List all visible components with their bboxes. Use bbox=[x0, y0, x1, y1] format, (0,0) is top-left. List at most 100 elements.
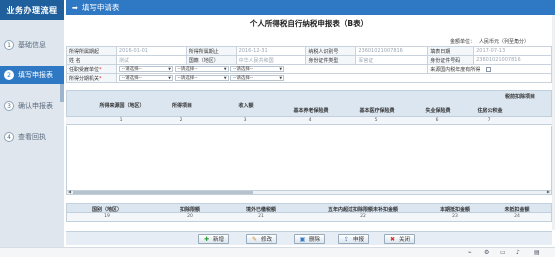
employer-select-3[interactable]: --请选择-- bbox=[230, 66, 285, 72]
nationality-label: 国籍（地区） bbox=[185, 55, 237, 65]
page-header: ➡ 填写申请表 bbox=[66, 0, 555, 15]
domestic-income-label: 来源国内税年度有所得 bbox=[430, 66, 481, 73]
scroll-right-icon[interactable]: ▶ bbox=[547, 189, 550, 194]
arrow-right-icon: ➡ bbox=[72, 3, 78, 12]
col-number: 3 bbox=[243, 118, 247, 123]
required-mark: * bbox=[99, 75, 102, 82]
edit-button[interactable]: ✎ 修改 bbox=[246, 234, 278, 244]
system-taskbar: ⌁ ⚙ ▭ ♪ ▤ bbox=[0, 247, 555, 257]
network-icon[interactable]: ⌁ bbox=[468, 249, 472, 256]
step-number-icon: 1 bbox=[4, 40, 14, 50]
tax-office-label-text: 所得分期机关 bbox=[69, 75, 100, 82]
col-number: 21 bbox=[258, 214, 264, 219]
name-field[interactable]: 测试 bbox=[115, 55, 187, 65]
tax-office-select-2[interactable]: --请选择-- bbox=[174, 75, 229, 81]
info-row: 所得分期机关* --请选择-- --请选择-- --请选择-- bbox=[66, 73, 553, 83]
col-number: 6 bbox=[435, 118, 439, 123]
period-start-field[interactable]: 2016-01-01 bbox=[115, 46, 187, 56]
sidebar-item-view-receipt[interactable]: 4 查看回执 bbox=[0, 128, 64, 146]
close-button-label: 关闭 bbox=[399, 237, 411, 243]
unit-label: 金额单位： bbox=[450, 39, 476, 45]
income-table-header: 税前扣除项目 所得来源国（地区） 所得项目 收入额 基本养老保险费 基本医疗保险… bbox=[66, 90, 552, 117]
fill-date-field[interactable]: 2017-07-13 bbox=[473, 46, 552, 56]
col-header-pension: 基本养老保险费 bbox=[293, 108, 329, 114]
app-root: 业务办理流程 1 基础信息 2 填写申报表 3 确认申报表 4 查看回执 ➡ 填… bbox=[0, 0, 555, 257]
step-number-icon: 2 bbox=[4, 70, 14, 80]
sidebar: 业务办理流程 1 基础信息 2 填写申报表 3 确认申报表 4 查看回执 bbox=[0, 0, 64, 257]
period-end-field[interactable]: 2016-12-31 bbox=[235, 46, 307, 56]
col-number: 23 bbox=[452, 214, 458, 219]
sidebar-item-label: 基础信息 bbox=[18, 41, 46, 49]
sidebar-item-fill-form[interactable]: 2 填写申报表 bbox=[0, 66, 64, 84]
col-header-income-amount: 收入额 bbox=[238, 103, 254, 109]
settings-icon[interactable]: ⚙ bbox=[484, 249, 489, 256]
col-number: 5 bbox=[374, 118, 378, 123]
add-button[interactable]: ✚ 新增 bbox=[198, 234, 230, 244]
close-icon: ✖ bbox=[389, 235, 396, 243]
col-header-income-item: 所得项目 bbox=[171, 103, 192, 109]
col-number: 7 bbox=[487, 118, 491, 123]
delete-icon: ▣ bbox=[299, 235, 306, 243]
sidebar-title: 业务办理流程 bbox=[0, 0, 64, 20]
scroll-left-icon[interactable]: ◀ bbox=[68, 189, 71, 194]
col-header-unemployment: 失业保险费 bbox=[425, 108, 451, 114]
col-number: 20 bbox=[187, 214, 193, 219]
notification-icon[interactable]: ▤ bbox=[534, 249, 540, 256]
col-number: 2 bbox=[179, 118, 183, 123]
fill-date-label: 填表日期 bbox=[427, 46, 475, 56]
tax-office-label: 所得分期机关* bbox=[66, 73, 117, 83]
employer-select-2[interactable]: --请选择-- bbox=[174, 66, 229, 72]
name-label: 姓 名 bbox=[66, 55, 117, 65]
employer-select-1[interactable]: --请选择-- bbox=[118, 66, 173, 72]
tax-office-select-3[interactable]: --请选择-- bbox=[230, 75, 285, 81]
sidebar-collapse-handle[interactable] bbox=[60, 84, 64, 102]
domestic-income-checkbox[interactable] bbox=[485, 66, 491, 72]
form-title: 个人所得税自行纳税申报表（B表） bbox=[249, 19, 369, 28]
employer-label-text: 任职受雇单位 bbox=[69, 66, 100, 73]
volume-icon[interactable]: ♪ bbox=[516, 249, 520, 256]
display-icon[interactable]: ▭ bbox=[500, 249, 506, 256]
close-button[interactable]: ✖ 关闭 bbox=[384, 234, 416, 244]
taxpayer-id-label: 纳税人识别号 bbox=[305, 46, 357, 56]
col-number: 22 bbox=[360, 214, 366, 219]
col-header-current-credit: 本期抵扣金额 bbox=[439, 207, 470, 213]
col-header-medical: 基本医疗保险费 bbox=[359, 108, 395, 114]
col-number: 19 bbox=[104, 214, 110, 219]
submit-icon: ⇪ bbox=[343, 235, 350, 243]
edit-icon: ✎ bbox=[251, 235, 258, 243]
scrollbar-thumb[interactable] bbox=[73, 191, 253, 194]
add-button-label: 新增 bbox=[213, 237, 225, 243]
col-number: 4 bbox=[308, 118, 312, 123]
step-number-icon: 4 bbox=[4, 132, 14, 142]
taxpayer-info-grid: 所得所属期起 2016-01-01 所得所属期止 2016-12-31 纳税人识… bbox=[66, 46, 553, 83]
col-number: 24 bbox=[514, 214, 520, 219]
declare-button[interactable]: ⇪ 申报 bbox=[338, 234, 370, 244]
id-number-field[interactable]: 23601021007816 bbox=[473, 55, 552, 65]
col-header-deduction-limit: 扣除限额 bbox=[179, 207, 200, 213]
period-end-label: 所得所属期止 bbox=[185, 46, 237, 56]
step-number-icon: 3 bbox=[4, 101, 14, 111]
period-start-label: 所得所属期起 bbox=[66, 46, 117, 56]
id-type-field[interactable]: 军官证 bbox=[355, 55, 429, 65]
required-mark: * bbox=[99, 66, 102, 73]
tax-office-select-1[interactable]: --请选择-- bbox=[118, 75, 173, 81]
summary-table-header: 国别（地区） 扣除限额 境外已缴税额 五年内超过扣除限额未补扣金额 本期抵扣金额… bbox=[66, 203, 552, 213]
id-type-label: 身份证件类型 bbox=[305, 55, 357, 65]
info-row: 所得所属期起 2016-01-01 所得所属期止 2016-12-31 纳税人识… bbox=[66, 46, 552, 56]
sidebar-item-confirm-form[interactable]: 3 确认申报表 bbox=[0, 97, 64, 115]
sidebar-item-label: 确认申报表 bbox=[18, 102, 53, 110]
delete-button[interactable]: ▣ 删除 bbox=[294, 234, 326, 244]
id-number-label: 身份证件号码 bbox=[427, 55, 475, 65]
col-header-country: 国别（地区） bbox=[91, 207, 122, 213]
sidebar-item-label: 查看回执 bbox=[18, 133, 46, 141]
horizontal-scrollbar[interactable]: ◀ ▶ bbox=[66, 189, 552, 195]
info-row: 姓 名 测试 国籍（地区） 中华人民共和国 身份证件类型 军官证 身份证件号码 … bbox=[66, 55, 552, 65]
sidebar-item-label: 填写申报表 bbox=[18, 71, 53, 79]
nationality-field[interactable]: 中华人民共和国 bbox=[235, 55, 307, 65]
edit-button-label: 修改 bbox=[261, 237, 273, 243]
col-header-source-country: 所得来源国（地区） bbox=[99, 103, 145, 109]
sidebar-item-basic-info[interactable]: 1 基础信息 bbox=[0, 36, 64, 54]
taxpayer-id-field[interactable]: 23601021007816 bbox=[355, 46, 429, 56]
col-header-carryover: 五年内超过扣除限额未补扣金额 bbox=[327, 207, 398, 213]
declare-button-label: 申报 bbox=[353, 237, 365, 243]
